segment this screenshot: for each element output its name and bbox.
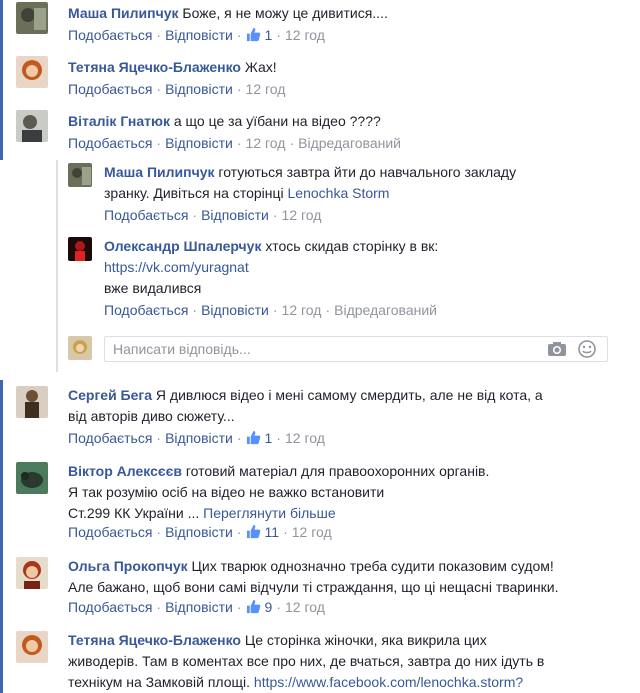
reply-link[interactable]: Відповісти	[201, 207, 269, 223]
comment-text: хтось скидав сторінку в вк:	[265, 238, 439, 254]
comment-text: Це сторінка жіночки, яка викрила цих	[244, 632, 487, 648]
like-link[interactable]: Подобається	[104, 302, 188, 318]
edited-label[interactable]: Відредагований	[334, 302, 437, 318]
page-link[interactable]: Lenochka Storm	[288, 185, 390, 201]
avatar[interactable]	[16, 56, 48, 88]
timestamp[interactable]: 12 год	[285, 430, 325, 446]
comment-text: Я так розумію осіб на відео не важко вст…	[68, 484, 385, 500]
reply-link[interactable]: Відповісти	[165, 135, 233, 151]
timestamp[interactable]: 12 год	[285, 27, 325, 43]
comment-text: Жах!	[244, 59, 277, 75]
comment-text: Але бажано, щоб вони самі відчули ті стр…	[68, 579, 559, 595]
comment-author[interactable]: Віталік Гнатюк	[68, 113, 170, 129]
facebook-link[interactable]: https://www.facebook.com/lenochka.storm?	[254, 674, 523, 690]
avatar[interactable]	[16, 557, 48, 589]
comment-author[interactable]: Олександр Шпалерчук	[104, 238, 261, 254]
vk-link[interactable]: https://vk.com/yuragnat	[104, 259, 249, 275]
avatar[interactable]	[68, 163, 92, 187]
comment-text: технікум на Замковій площі.	[68, 674, 251, 690]
like-count[interactable]: 11	[246, 524, 279, 540]
comment-author[interactable]: Маша Пилипчук	[104, 164, 215, 180]
timestamp[interactable]: 12 год	[292, 524, 332, 540]
comment-text: зранку. Дивіться на сторінці	[104, 185, 284, 201]
my-avatar	[68, 336, 92, 360]
avatar[interactable]	[16, 386, 48, 418]
avatar[interactable]	[16, 110, 48, 142]
comment-author[interactable]: Маша Пилипчук	[68, 5, 179, 21]
like-link[interactable]: Подобається	[68, 135, 152, 151]
timestamp[interactable]: 12 год	[282, 302, 322, 318]
reply-link[interactable]: Відповісти	[165, 81, 233, 97]
highlight-bar	[0, 0, 3, 160]
reply-input[interactable]: Написати відповідь...	[104, 336, 608, 362]
like-count[interactable]: 1	[246, 430, 272, 446]
like-link[interactable]: Подобається	[68, 430, 152, 446]
comment-author[interactable]: Віктор Алексєєв	[68, 463, 182, 479]
like-count[interactable]: 9	[246, 599, 272, 615]
reply-link[interactable]: Відповісти	[165, 524, 233, 540]
comment-text: від авторів диво сюжету...	[68, 408, 235, 424]
comment-text: Ст.299 КК України ...	[68, 505, 200, 521]
like-link[interactable]: Подобається	[68, 27, 152, 43]
avatar[interactable]	[68, 237, 92, 261]
comment-text: Я дивлюся відео і мені самому смердить, …	[155, 387, 543, 403]
thumbs-up-icon	[246, 430, 260, 445]
avatar[interactable]	[16, 631, 48, 663]
timestamp[interactable]: 12 год	[282, 207, 322, 223]
reply-input-placeholder: Написати відповідь...	[113, 341, 251, 357]
timestamp[interactable]: 12 год	[246, 135, 286, 151]
emoji-icon[interactable]	[577, 339, 597, 359]
timestamp[interactable]: 12 год	[285, 599, 325, 615]
comment-text: Цих тварюк однозначно треба судити показ…	[191, 558, 554, 574]
like-link[interactable]: Подобається	[68, 599, 152, 615]
comment-author[interactable]: Тетяна Яцечко-Блаженко	[68, 632, 241, 648]
comment-text: готуються завтра йти до навчального закл…	[218, 164, 517, 180]
like-link[interactable]: Подобається	[104, 207, 188, 223]
thumbs-up-icon	[246, 27, 260, 42]
comment-text: Боже, я не можу це дивитися....	[182, 5, 388, 21]
comment-author[interactable]: Тетяна Яцечко-Блаженко	[68, 59, 241, 75]
comment-text: вже видалився	[104, 280, 202, 296]
avatar[interactable]	[16, 2, 48, 34]
thumbs-up-icon	[246, 524, 260, 539]
reply-link[interactable]: Відповісти	[165, 27, 233, 43]
like-count[interactable]: 1	[246, 27, 272, 43]
reply-link[interactable]: Відповісти	[165, 430, 233, 446]
replies-thread-line	[56, 160, 58, 372]
timestamp[interactable]: 12 год	[246, 81, 286, 97]
comment-author[interactable]: Ольга Прокопчук	[68, 558, 188, 574]
avatar[interactable]	[16, 462, 48, 494]
comment-author[interactable]: Сергей Бега	[68, 387, 152, 403]
reply-link[interactable]: Відповісти	[201, 302, 269, 318]
reply-link[interactable]: Відповісти	[165, 599, 233, 615]
comment-text: а що це за уїбани на відео ????	[173, 113, 381, 129]
see-more-link[interactable]: Переглянути більше	[203, 505, 335, 521]
comment-text: живодерів. Там в коментах все про них, д…	[68, 653, 545, 669]
like-link[interactable]: Подобається	[68, 524, 152, 540]
thumbs-up-icon	[246, 599, 260, 614]
comment-text: готовий матеріал для правоохоронних орга…	[185, 463, 490, 479]
edited-label[interactable]: Відредагований	[298, 135, 401, 151]
camera-icon[interactable]	[547, 341, 567, 357]
highlight-bar	[0, 380, 3, 693]
like-link[interactable]: Подобається	[68, 81, 152, 97]
